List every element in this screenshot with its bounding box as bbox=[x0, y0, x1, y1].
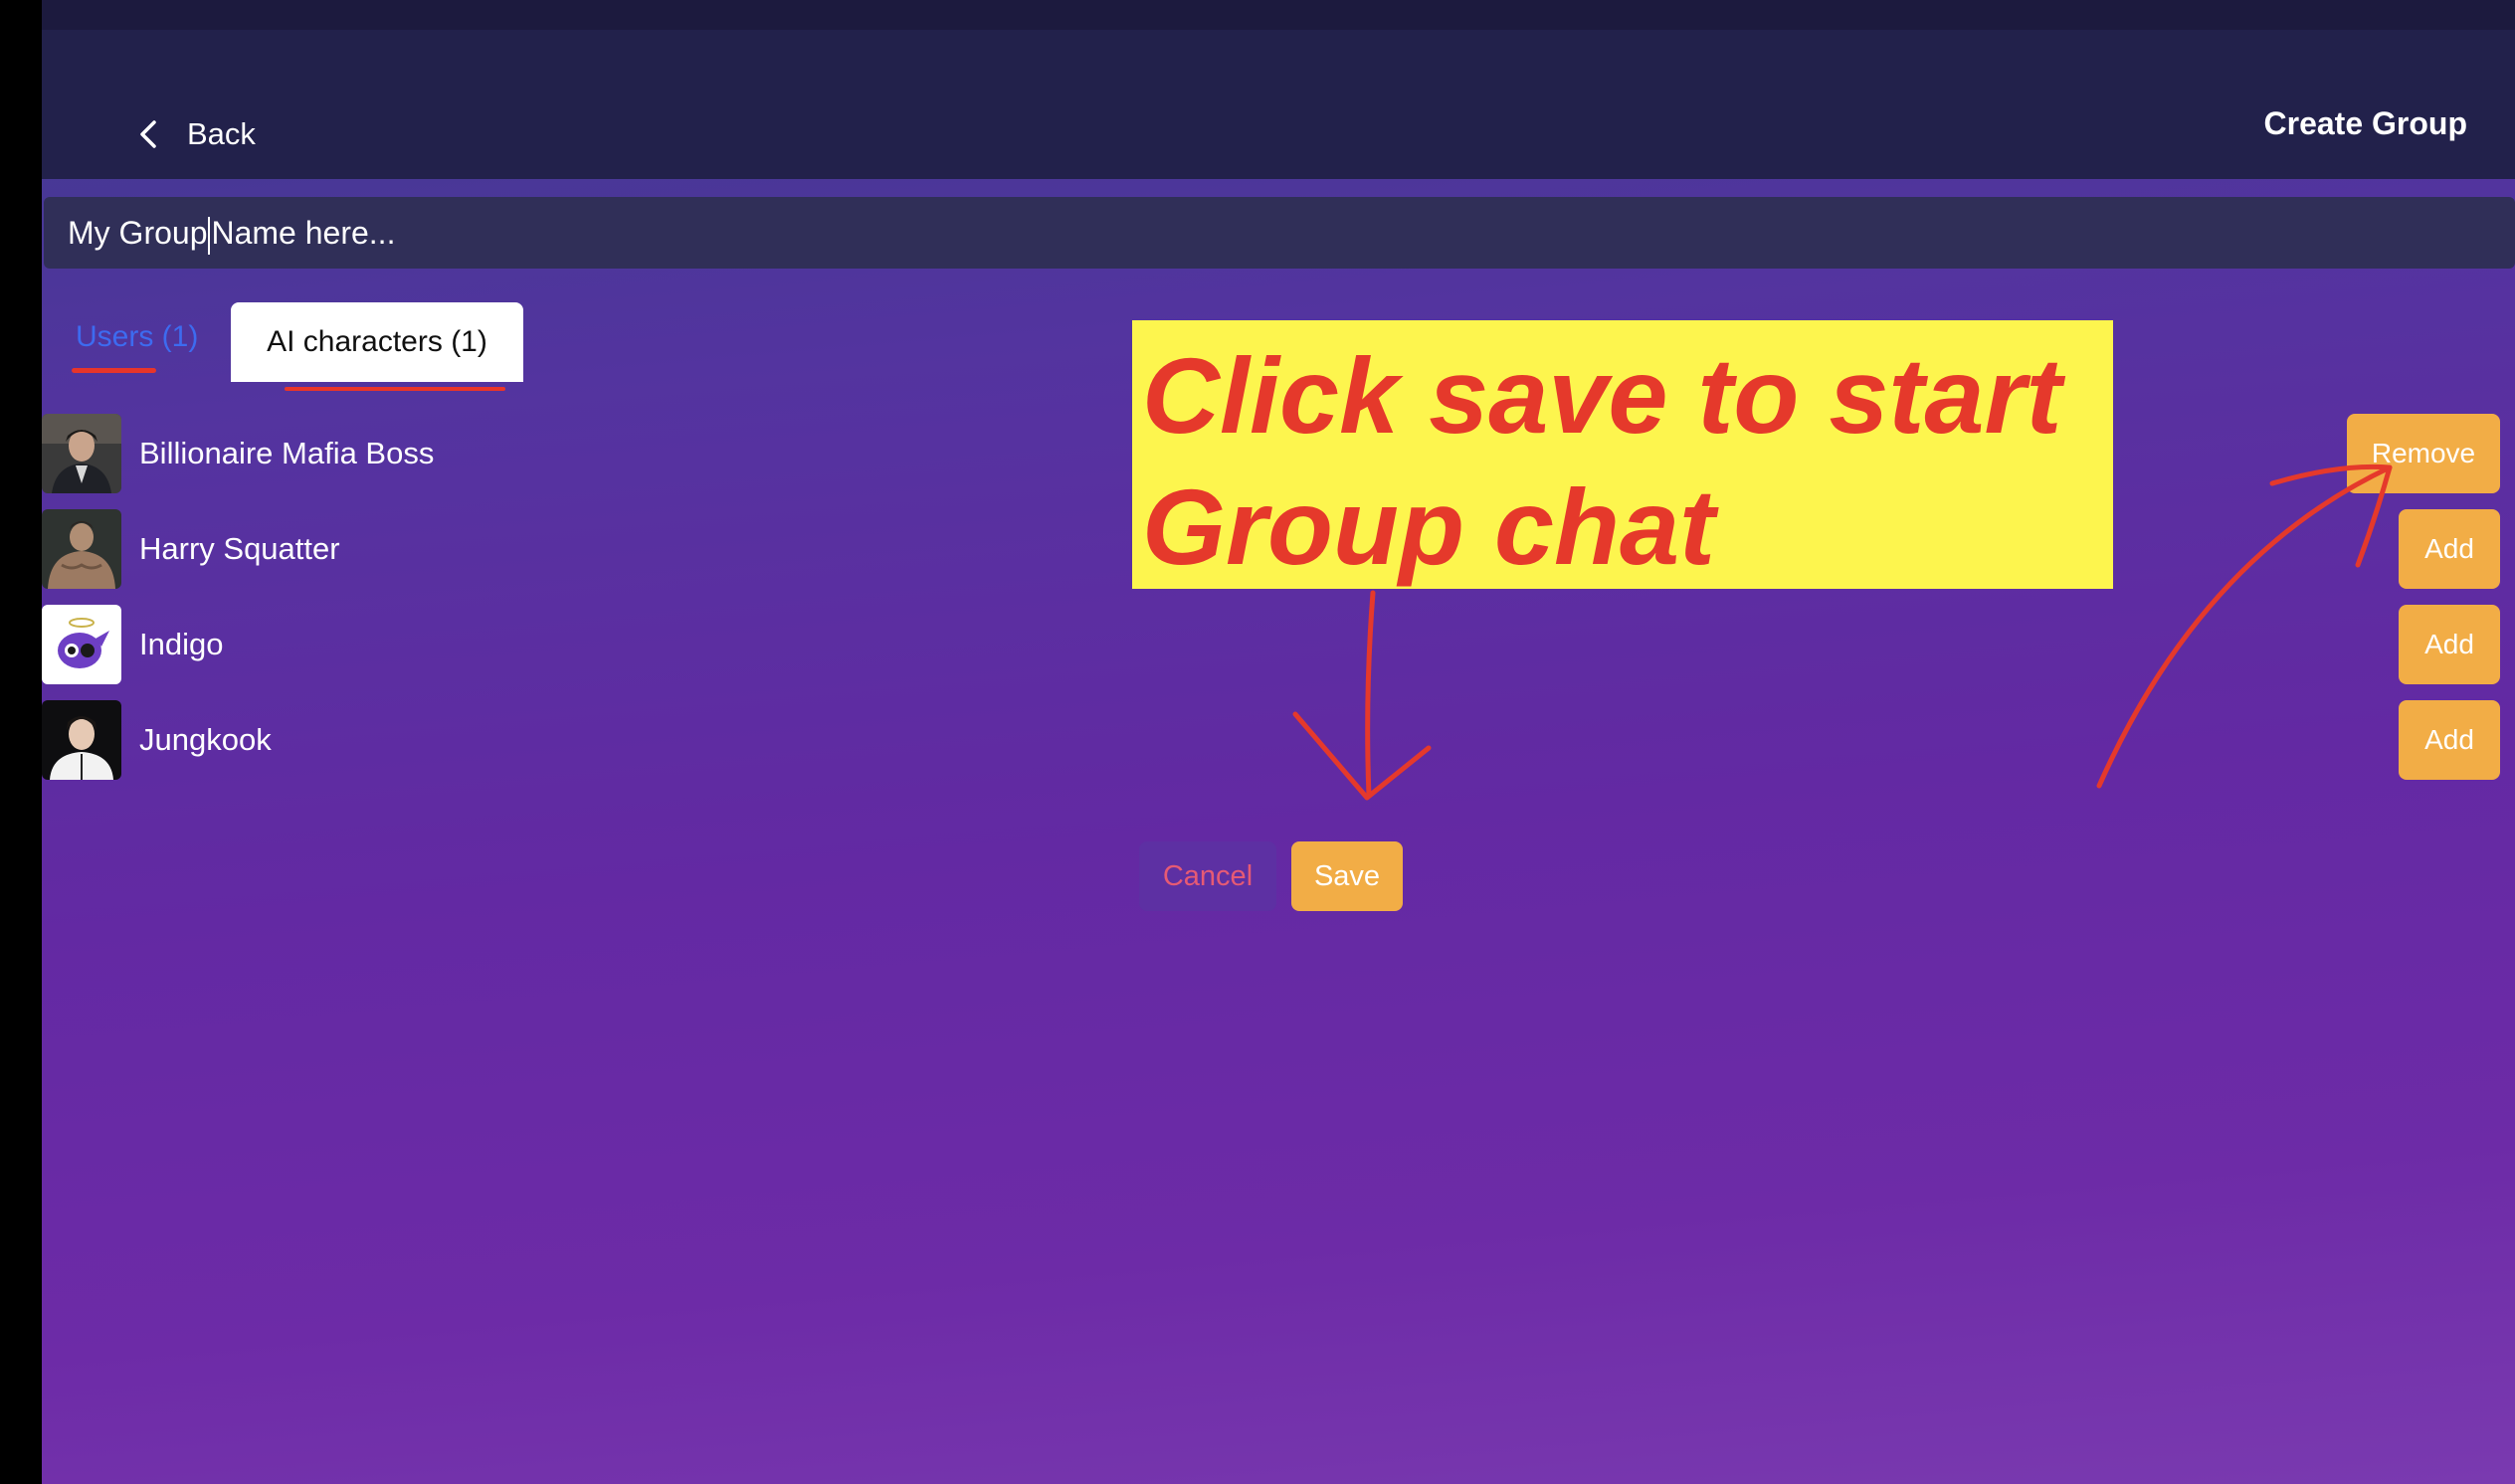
avatar bbox=[42, 414, 121, 493]
cancel-button[interactable]: Cancel bbox=[1139, 841, 1276, 911]
tab-ai-characters-label: AI characters (1) bbox=[267, 325, 487, 358]
tab-users[interactable]: Users (1) bbox=[76, 320, 198, 354]
remove-button[interactable]: Remove bbox=[2347, 414, 2500, 493]
list-item: Jungkook bbox=[42, 700, 639, 780]
back-button[interactable]: Back bbox=[129, 109, 256, 159]
avatar bbox=[42, 605, 121, 684]
tab-ai-characters[interactable]: AI characters (1) bbox=[231, 302, 523, 382]
list-item: Billionaire Mafia Boss bbox=[42, 414, 639, 493]
character-name: Harry Squatter bbox=[139, 531, 340, 566]
page-title: Create Group bbox=[2263, 105, 2467, 141]
group-name-value: My Group Name here... bbox=[68, 211, 395, 255]
header-bar: Back Create Group bbox=[42, 30, 2515, 179]
group-name-typed: My Group bbox=[68, 215, 208, 251]
annotation-callout: Click save to start Group chat bbox=[1132, 320, 2113, 589]
annotation-underline-users bbox=[72, 368, 156, 373]
back-label: Back bbox=[187, 116, 256, 151]
app-window: Back Create Group My Group Name here... U… bbox=[42, 0, 2515, 1484]
annotation-line-2: Group chat bbox=[1142, 466, 1716, 587]
group-name-input[interactable]: My Group Name here... bbox=[44, 197, 2515, 269]
list-item: Harry Squatter bbox=[42, 509, 639, 589]
top-bar bbox=[42, 0, 2515, 30]
annotation-line-1: Click save to start bbox=[1142, 335, 2062, 456]
add-button[interactable]: Add bbox=[2399, 605, 2500, 684]
save-button[interactable]: Save bbox=[1291, 841, 1403, 911]
character-name: Indigo bbox=[139, 627, 224, 661]
left-edge-strip bbox=[0, 0, 42, 1484]
chevron-left-icon bbox=[140, 120, 156, 148]
avatar bbox=[42, 700, 121, 780]
add-button[interactable]: Add bbox=[2399, 509, 2500, 589]
arrow-down-head bbox=[1292, 711, 1432, 801]
list-item: Indigo bbox=[42, 605, 639, 684]
character-name: Billionaire Mafia Boss bbox=[139, 436, 435, 470]
group-name-placeholder: Name here... bbox=[211, 215, 396, 251]
avatar bbox=[42, 509, 121, 589]
arrow-to-remove bbox=[2096, 464, 2393, 789]
add-button[interactable]: Add bbox=[2399, 700, 2500, 780]
arrow-down-to-save bbox=[1365, 590, 1376, 799]
character-name: Jungkook bbox=[139, 722, 272, 757]
annotation-underline-ai bbox=[285, 387, 505, 391]
